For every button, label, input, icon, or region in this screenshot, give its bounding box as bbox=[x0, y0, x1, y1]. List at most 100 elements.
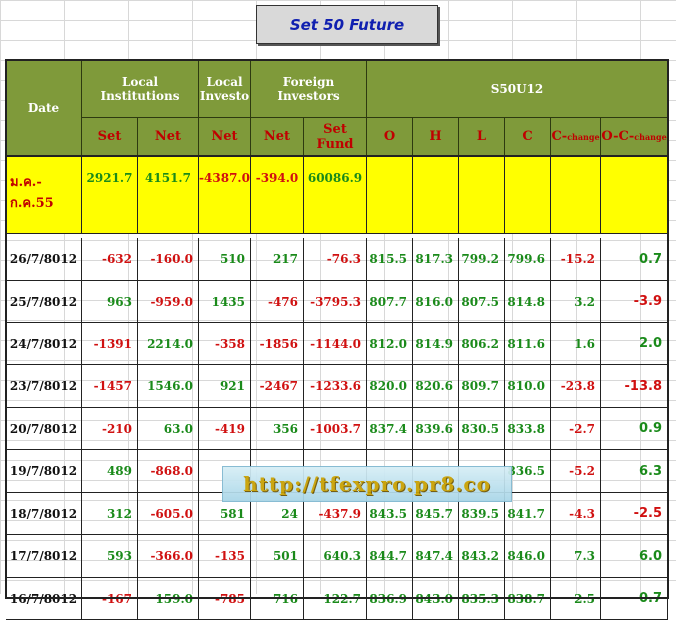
cell-c: 846.0 bbox=[505, 535, 551, 578]
cell-c-change: -15.2 bbox=[551, 238, 601, 281]
table-row: 26/7/8012 -632 -160.0 510 217 -76.3 815.5 817.3… bbox=[6, 238, 668, 281]
page-title: Set 50 Future bbox=[256, 5, 438, 44]
summary-label: ม.ค.-ก.ค.55 bbox=[6, 157, 82, 234]
cell-net1: 159.0 bbox=[138, 578, 199, 620]
header-foreign-investors: Foreign Investors bbox=[251, 60, 367, 118]
summary-oc-change bbox=[601, 157, 668, 234]
cell-c-change: 3.2 bbox=[551, 281, 601, 323]
cell-h: 820.6 bbox=[413, 365, 459, 408]
header-oc-change-label: O-C- bbox=[601, 129, 635, 144]
cell-set-fund: -1233.6 bbox=[304, 365, 367, 408]
summary-row: ม.ค.-ก.ค.55 2921.7 4151.7 -4387.0 -394.0… bbox=[6, 157, 668, 234]
cell-net1: 63.0 bbox=[138, 408, 199, 450]
cell-date: 20/7/8012 bbox=[6, 408, 82, 450]
cell-c: 799.6 bbox=[505, 238, 551, 281]
header-local-investors: Local Investo bbox=[199, 60, 251, 118]
cell-oc-change: 0.7 bbox=[601, 238, 668, 281]
cell-set: 963 bbox=[82, 281, 138, 323]
cell-c: 810.0 bbox=[505, 365, 551, 408]
cell-o: 844.7 bbox=[367, 535, 413, 578]
table-row: 16/7/8012 -167 159.0 -785 716 122.7 836.9 843.0… bbox=[6, 578, 668, 620]
header-c-change-sub: change bbox=[567, 131, 600, 142]
cell-net1: -605.0 bbox=[138, 493, 199, 535]
cell-h: 847.4 bbox=[413, 535, 459, 578]
cell-set: 312 bbox=[82, 493, 138, 535]
cell-set-fund: 640.3 bbox=[304, 535, 367, 578]
table-row: 20/7/8012 -210 63.0 -419 356 -1003.7 837.4 839.… bbox=[6, 408, 668, 450]
cell-set: 593 bbox=[82, 535, 138, 578]
cell-date: 16/7/8012 bbox=[6, 578, 82, 620]
cell-date: 26/7/8012 bbox=[6, 238, 82, 281]
cell-c-change: -2.7 bbox=[551, 408, 601, 450]
cell-set: -632 bbox=[82, 238, 138, 281]
cell-set-fund: -1144.0 bbox=[304, 323, 367, 365]
cell-date: 23/7/8012 bbox=[6, 365, 82, 408]
cell-o: 807.7 bbox=[367, 281, 413, 323]
header-local-institutions: Local Institutions bbox=[82, 60, 199, 118]
cell-l: 806.2 bbox=[459, 323, 505, 365]
cell-c-change: -23.8 bbox=[551, 365, 601, 408]
cell-oc-change: -2.5 bbox=[601, 493, 668, 535]
cell-c-change: -5.2 bbox=[551, 450, 601, 493]
cell-date: 25/7/8012 bbox=[6, 281, 82, 323]
summary-net-local-institutions: 4151.7 bbox=[138, 157, 199, 234]
cell-o: 837.4 bbox=[367, 408, 413, 450]
cell-net2: -135 bbox=[199, 535, 251, 578]
cell-h: 814.9 bbox=[413, 323, 459, 365]
cell-net3: -1856 bbox=[251, 323, 304, 365]
cell-set: -210 bbox=[82, 408, 138, 450]
cell-net2: -785 bbox=[199, 578, 251, 620]
cell-set: 489 bbox=[82, 450, 138, 493]
summary-open bbox=[367, 157, 413, 234]
header-set-fund: Set Fund bbox=[304, 118, 367, 156]
cell-oc-change: 6.0 bbox=[601, 535, 668, 578]
cell-date: 24/7/8012 bbox=[6, 323, 82, 365]
cell-oc-change: 6.3 bbox=[601, 450, 668, 493]
header-net-local-investors: Net bbox=[199, 118, 251, 156]
cell-c: 838.7 bbox=[505, 578, 551, 620]
summary-c-change bbox=[551, 157, 601, 234]
summary-set: 2921.7 bbox=[82, 157, 138, 234]
cell-l: 807.5 bbox=[459, 281, 505, 323]
cell-net2: 921 bbox=[199, 365, 251, 408]
cell-set-fund: -76.3 bbox=[304, 238, 367, 281]
cell-date: 19/7/8012 bbox=[6, 450, 82, 493]
cell-c-change: -4.3 bbox=[551, 493, 601, 535]
table-row: 17/7/8012 593 -366.0 -135 501 640.3 844.7 847.4… bbox=[6, 535, 668, 578]
cell-set: -167 bbox=[82, 578, 138, 620]
cell-l: 835.3 bbox=[459, 578, 505, 620]
cell-net1: 2214.0 bbox=[138, 323, 199, 365]
cell-set-fund: -1003.7 bbox=[304, 408, 367, 450]
cell-o: 836.9 bbox=[367, 578, 413, 620]
cell-c-change: 2.5 bbox=[551, 578, 601, 620]
header-contract: S50U12 bbox=[367, 60, 668, 118]
cell-set: -1457 bbox=[82, 365, 138, 408]
cell-net3: 716 bbox=[251, 578, 304, 620]
header-date: Date bbox=[6, 60, 82, 156]
cell-net2: -358 bbox=[199, 323, 251, 365]
cell-net1: -366.0 bbox=[138, 535, 199, 578]
cell-l: 799.2 bbox=[459, 238, 505, 281]
cell-c: 814.8 bbox=[505, 281, 551, 323]
header-net-local-institutions: Net bbox=[138, 118, 199, 156]
header-set: Set bbox=[82, 118, 138, 156]
cell-date: 17/7/8012 bbox=[6, 535, 82, 578]
summary-close bbox=[505, 157, 551, 234]
cell-h: 839.6 bbox=[413, 408, 459, 450]
header-low: L bbox=[459, 118, 505, 156]
cell-net3: 217 bbox=[251, 238, 304, 281]
cell-net3: -2467 bbox=[251, 365, 304, 408]
cell-o: 820.0 bbox=[367, 365, 413, 408]
cell-net3: -476 bbox=[251, 281, 304, 323]
header-oc-change: O-C-change bbox=[601, 118, 668, 156]
cell-c-change: 7.3 bbox=[551, 535, 601, 578]
cell-date: 18/7/8012 bbox=[6, 493, 82, 535]
cell-oc-change: 0.9 bbox=[601, 408, 668, 450]
header-c-change-label: C- bbox=[551, 129, 568, 144]
cell-oc-change: -13.8 bbox=[601, 365, 668, 408]
cell-oc-change: 0.7 bbox=[601, 578, 668, 620]
summary-low bbox=[459, 157, 505, 234]
summary-high bbox=[413, 157, 459, 234]
cell-set: -1391 bbox=[82, 323, 138, 365]
cell-c: 811.6 bbox=[505, 323, 551, 365]
